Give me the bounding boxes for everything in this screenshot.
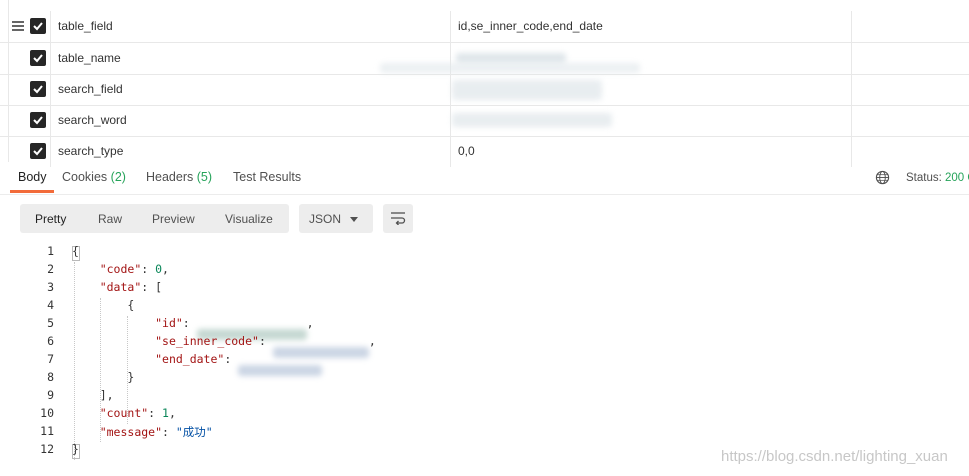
line-number: 6	[47, 334, 54, 348]
tab-test-results[interactable]: Test Results	[233, 170, 301, 184]
format-select[interactable]: JSON	[299, 204, 373, 233]
line-number: 11	[40, 424, 54, 438]
code-line: }	[72, 442, 79, 456]
param-key[interactable]: search_field	[58, 82, 123, 96]
format-selected: JSON	[309, 212, 342, 226]
param-value[interactable]: id,se_inner_code,end_date	[458, 19, 603, 33]
code-line: }	[127, 370, 135, 384]
redacted-value	[452, 80, 602, 100]
redacted-value	[456, 53, 566, 63]
param-key[interactable]: table_name	[58, 51, 121, 65]
line-number: 1	[47, 244, 54, 258]
code-line: "code": 0,	[99, 262, 169, 276]
tab-body[interactable]: Body	[18, 170, 47, 184]
param-key[interactable]: search_word	[58, 113, 127, 127]
code-line: {	[127, 298, 135, 312]
params-table: table_field id,se_inner_code,end_date ta…	[0, 0, 969, 167]
param-key[interactable]: table_field	[58, 19, 113, 33]
chevron-down-icon	[350, 217, 358, 222]
param-checkbox[interactable]	[30, 143, 46, 159]
view-raw-button[interactable]: Raw	[98, 212, 122, 226]
status-code: 200 OK	[945, 172, 969, 184]
watermark: https://blog.csdn.net/lighting_xuan	[721, 448, 948, 465]
code-line: "data": [	[99, 280, 163, 294]
code-line: ],	[99, 388, 114, 402]
line-number: 5	[47, 316, 54, 330]
view-preview-button[interactable]: Preview	[152, 212, 195, 226]
view-pretty-button[interactable]: Pretty	[35, 212, 66, 226]
active-tab-indicator	[10, 190, 54, 193]
code-line: "count": 1,	[99, 406, 176, 420]
view-mode-segment: Pretty Raw Preview Visualize	[20, 204, 289, 233]
param-value[interactable]: 0,0	[458, 144, 475, 158]
response-tabs: Body Cookies (2) Headers (5) Test Result…	[0, 162, 969, 195]
line-number: 4	[47, 298, 54, 312]
code-line: "end_date":	[72, 352, 323, 376]
line-number: 2	[47, 262, 54, 276]
param-checkbox[interactable]	[30, 81, 46, 97]
line-number: 10	[40, 406, 54, 420]
line-number: 9	[47, 388, 54, 402]
code-line: "se_inner_code": ,	[72, 334, 376, 358]
globe-icon[interactable]	[875, 170, 890, 188]
param-checkbox[interactable]	[30, 18, 46, 34]
tab-cookies[interactable]: Cookies (2)	[62, 170, 126, 184]
param-checkbox[interactable]	[30, 112, 46, 128]
response-status: Status: 200 OK	[906, 172, 969, 184]
line-number: 7	[47, 352, 54, 366]
line-number: 3	[47, 280, 54, 294]
redacted-value	[380, 63, 640, 73]
param-checkbox[interactable]	[30, 50, 46, 66]
param-row-table-name: table_name	[0, 43, 969, 75]
wrap-lines-button[interactable]	[383, 204, 413, 233]
code-line: {	[72, 244, 79, 258]
line-number: 8	[47, 370, 54, 384]
code-line: "message": "成功"	[99, 425, 213, 439]
code-line: "id": ,	[72, 316, 314, 340]
drag-handle-icon[interactable]	[12, 21, 24, 31]
param-row-search-word: search_word	[0, 105, 969, 137]
view-visualize-button[interactable]: Visualize	[225, 212, 273, 226]
param-row-table-field: table_field id,se_inner_code,end_date	[0, 11, 969, 43]
wrap-icon	[391, 212, 406, 225]
redacted-value	[452, 113, 612, 127]
tab-headers[interactable]: Headers (5)	[146, 170, 212, 184]
param-key[interactable]: search_type	[58, 144, 123, 158]
line-number: 12	[40, 442, 54, 456]
param-row-search-field: search_field	[0, 74, 969, 106]
